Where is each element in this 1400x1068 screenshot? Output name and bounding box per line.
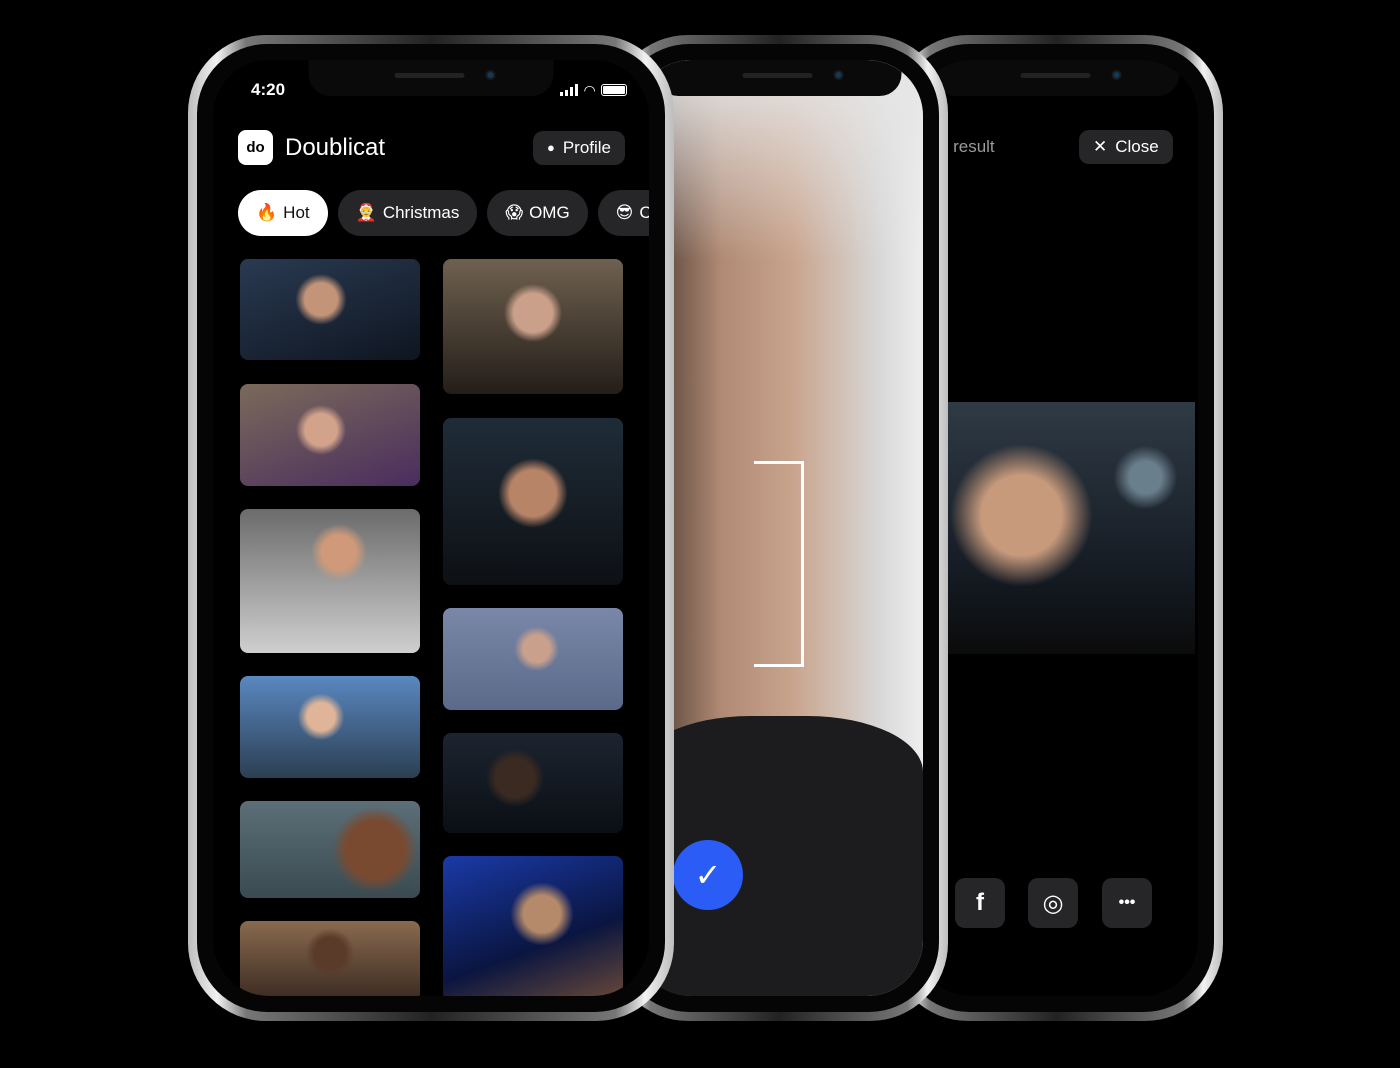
gif-tile[interactable] bbox=[240, 384, 420, 486]
wifi-icon: ◠ bbox=[584, 81, 595, 98]
instagram-icon: ◎ bbox=[1042, 889, 1064, 917]
santa-icon: 🤶 bbox=[355, 203, 377, 222]
gif-tile[interactable] bbox=[443, 418, 623, 585]
facebook-icon: f bbox=[976, 889, 984, 916]
gif-tile[interactable] bbox=[240, 921, 420, 996]
check-icon: ✓ bbox=[694, 857, 722, 893]
status-bar: 4:20 ◠ bbox=[251, 80, 627, 100]
profile-button[interactable]: ● Profile bbox=[532, 130, 625, 165]
more-share-button[interactable]: ••• bbox=[1102, 878, 1152, 928]
tab-cool[interactable]: 😎 C bbox=[597, 190, 649, 236]
status-time: 4:20 bbox=[251, 80, 286, 99]
result-gif bbox=[947, 402, 1195, 654]
facebook-share-button[interactable]: f bbox=[955, 878, 1005, 928]
tab-label: Hot bbox=[283, 203, 310, 222]
close-button[interactable]: ✕ Close bbox=[1079, 130, 1173, 164]
gif-tile[interactable] bbox=[240, 509, 420, 653]
gif-tile[interactable] bbox=[240, 801, 420, 898]
gif-tile[interactable] bbox=[443, 856, 623, 996]
fire-icon: 🔥 bbox=[256, 203, 278, 222]
sunglasses-icon: 😎 bbox=[615, 203, 634, 222]
app-logo: do Doublicat bbox=[238, 130, 385, 165]
tab-label: Christmas bbox=[382, 203, 460, 222]
close-label: Close bbox=[1115, 137, 1159, 156]
home-screen: 4:20 ◠ do Doublicat ● Profile 🔥 Hot 🤶 Christ… bbox=[213, 60, 649, 996]
profile-label: Profile bbox=[562, 137, 611, 157]
battery-icon bbox=[601, 84, 627, 96]
scream-icon: 😱 bbox=[505, 203, 524, 222]
gif-tile[interactable] bbox=[443, 733, 623, 833]
user-icon: ● bbox=[546, 140, 555, 155]
tab-label: C bbox=[639, 203, 649, 222]
phone-home: 4:20 ◠ do Doublicat ● Profile 🔥 Hot 🤶 Christ… bbox=[188, 35, 674, 1021]
app-name: Doublicat bbox=[285, 133, 386, 161]
close-icon: ✕ bbox=[1093, 137, 1108, 156]
more-icon: ••• bbox=[1118, 894, 1136, 911]
gif-tile[interactable] bbox=[240, 259, 420, 360]
tab-omg[interactable]: 😱 OMG bbox=[487, 190, 588, 236]
result-screen: Share result ✕Close bbox=[915, 60, 1198, 996]
notch bbox=[934, 60, 1179, 96]
tab-label: OMG bbox=[529, 203, 570, 222]
confirm-button[interactable]: ✓ bbox=[673, 840, 743, 910]
face-frame bbox=[754, 461, 804, 667]
tab-christmas[interactable]: 🤶 Christmas bbox=[337, 190, 478, 236]
logo-mark: do bbox=[238, 130, 273, 165]
gif-tile[interactable] bbox=[240, 676, 420, 778]
signal-icon bbox=[560, 84, 579, 96]
category-tabs: 🔥 Hot 🤶 Christmas 😱 OMG 😎 C bbox=[238, 190, 649, 236]
tab-hot[interactable]: 🔥 Hot bbox=[238, 190, 328, 236]
notch bbox=[656, 60, 902, 96]
gif-tile[interactable] bbox=[443, 259, 623, 394]
gif-tile[interactable] bbox=[443, 608, 623, 710]
instagram-share-button[interactable]: ◎ bbox=[1028, 878, 1078, 928]
